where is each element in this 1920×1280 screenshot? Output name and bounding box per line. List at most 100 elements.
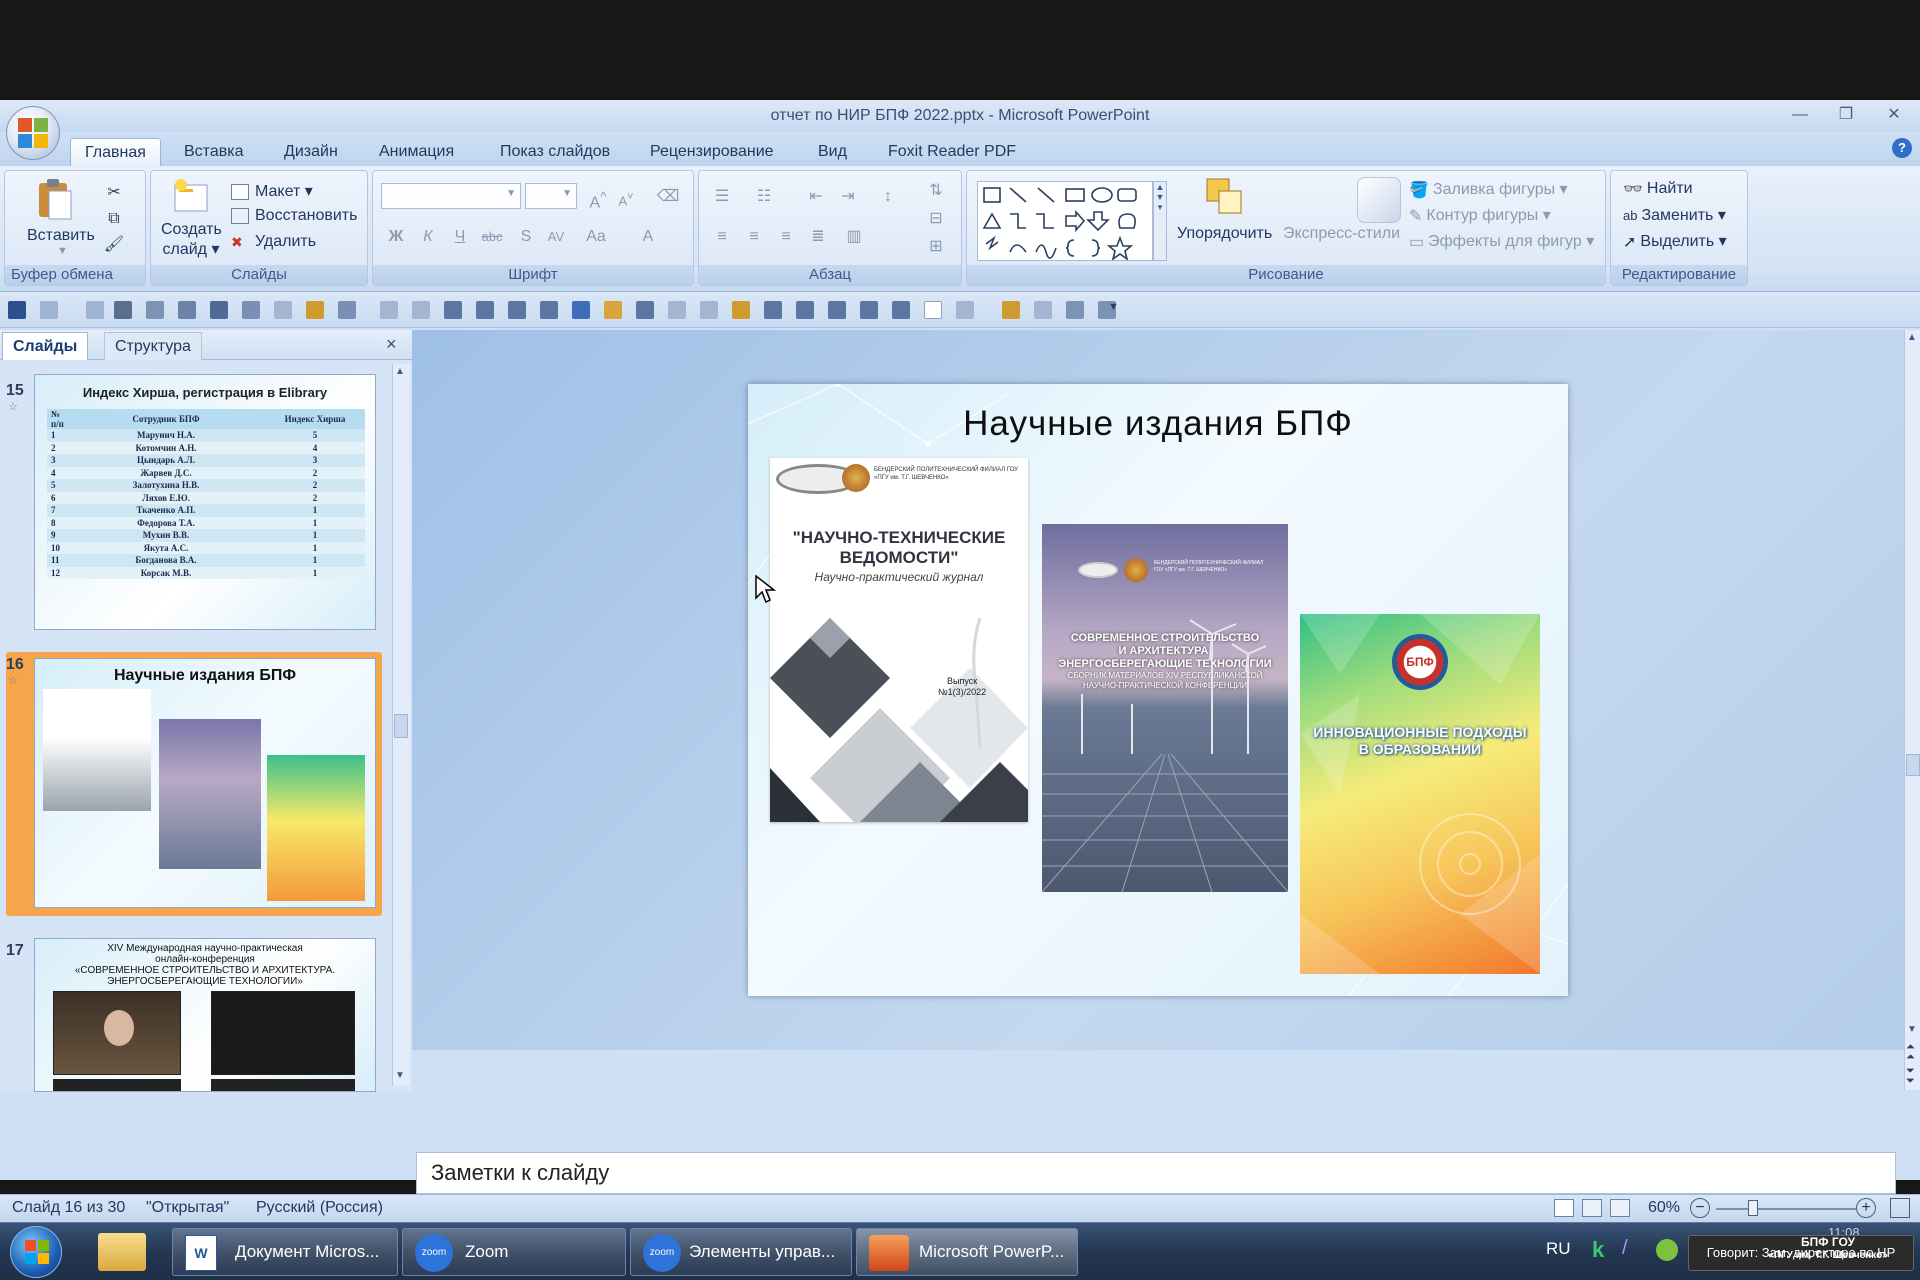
scroll-up-icon[interactable]: ▲ xyxy=(395,366,405,377)
customize-qat-icon[interactable]: ▼ xyxy=(1108,301,1119,313)
hierarchy-icon[interactable] xyxy=(636,301,654,319)
save-icon[interactable] xyxy=(8,301,26,319)
arrange-button[interactable]: Упорядочить xyxy=(1177,225,1272,243)
zoom-icon[interactable] xyxy=(796,301,814,319)
scroll-down-icon[interactable]: ▼ xyxy=(395,1070,405,1081)
new-slide-qat-icon[interactable] xyxy=(956,301,974,319)
zoom-level[interactable]: 60% xyxy=(1648,1199,1680,1217)
delete-slide-button[interactable]: ✖ Удалить xyxy=(231,233,316,251)
explorer-icon[interactable] xyxy=(98,1233,146,1271)
tab-design[interactable]: Дизайн xyxy=(270,138,352,166)
underline-button[interactable]: Ч xyxy=(447,223,473,249)
normal-view-icon[interactable] xyxy=(1554,1199,1574,1217)
redo-icon[interactable] xyxy=(86,301,104,319)
cover-journal[interactable]: БЕНДЕРСКИЙ ПОЛИТЕХНИЧЕСКИЙ ФИЛИАЛ ГОУ «П… xyxy=(770,458,1028,822)
language[interactable]: Русский (Россия) xyxy=(256,1199,383,1217)
input-language[interactable]: RU xyxy=(1546,1239,1571,1259)
grid-icon[interactable] xyxy=(540,301,558,319)
copy-icon[interactable]: ⧉ xyxy=(101,205,127,231)
close-button[interactable]: ✕ xyxy=(1880,104,1908,126)
zoom-slider[interactable] xyxy=(1716,1208,1856,1210)
picture-icon[interactable] xyxy=(210,301,228,319)
cover-conference[interactable]: БЕНДЕРСКИЙ ПОЛИТЕХНИЧЕСКИЙ ФИЛИАЛ ГОУ «П… xyxy=(1042,524,1288,892)
tray-app-icon[interactable] xyxy=(1656,1239,1678,1261)
justify-icon[interactable]: ≣ xyxy=(805,223,831,249)
restore-button[interactable]: ❐ xyxy=(1832,104,1860,126)
zoom-out-icon[interactable]: − xyxy=(1690,1198,1710,1218)
crop-icon[interactable] xyxy=(242,301,260,319)
slide-thumbnail-16[interactable]: Научные издания БПФ xyxy=(34,658,376,908)
taskbar-zoom[interactable]: zoom Zoom xyxy=(402,1228,626,1276)
close-pane-icon[interactable]: × xyxy=(386,334,397,355)
undo-icon[interactable] xyxy=(40,301,58,319)
zoom-slider-thumb[interactable] xyxy=(1748,1200,1758,1216)
taskbar-powerpoint[interactable]: Microsoft PowerP... xyxy=(856,1228,1078,1276)
spelling-icon[interactable] xyxy=(572,301,590,319)
align-center-icon[interactable]: ≡ xyxy=(741,223,767,249)
paste-dropdown-icon[interactable]: ▼ xyxy=(57,245,68,257)
kaspersky-icon[interactable]: k xyxy=(1592,1237,1604,1263)
tab-view[interactable]: Вид xyxy=(804,138,861,166)
hyperlink-icon[interactable] xyxy=(1034,301,1052,319)
font-name-field[interactable]: ▼ xyxy=(381,183,521,209)
format-painter-icon[interactable]: 🖌 xyxy=(101,231,127,257)
tab-slides[interactable]: Слайды xyxy=(2,332,89,360)
decrease-indent-icon[interactable]: ⇤ xyxy=(803,183,829,209)
layout-qat-icon[interactable] xyxy=(892,301,910,319)
clipboard-icon[interactable] xyxy=(306,301,324,319)
editor-scrollbar[interactable]: ▲ ▼ ⏶ ⏶ ⏷ ⏷ xyxy=(1904,330,1920,1090)
grow-font-icon[interactable]: A^ xyxy=(585,183,611,211)
align-text-icon[interactable]: ⊟ xyxy=(923,205,949,231)
help-icon[interactable]: ? xyxy=(1892,138,1912,158)
insert-icon[interactable] xyxy=(732,301,750,319)
paste-special-icon[interactable] xyxy=(1002,301,1020,319)
align-right-icon[interactable]: ≡ xyxy=(773,223,799,249)
slideshow-view-icon[interactable] xyxy=(1610,1199,1630,1217)
ruler-icon[interactable] xyxy=(508,301,526,319)
shape-fill-button[interactable]: 🪣 Заливка фигуры ▾ xyxy=(1409,179,1568,200)
cut-icon[interactable]: ✂ xyxy=(101,179,127,205)
text-direction-icon[interactable]: ⇅ xyxy=(923,177,949,203)
select-button[interactable]: ➚ Выделить ▾ xyxy=(1623,231,1727,252)
slides-pane-scrollbar[interactable]: ▲ ▼ xyxy=(392,364,410,1086)
scroll-up-icon[interactable]: ▲ xyxy=(1907,332,1917,343)
tab-foxit[interactable]: Foxit Reader PDF xyxy=(874,138,1030,166)
next-slide-icon[interactable]: ⏷ ⏷ xyxy=(1906,1066,1915,1087)
columns-icon[interactable]: ▥ xyxy=(841,223,867,249)
duplicate-icon[interactable] xyxy=(700,301,718,319)
new-doc-icon[interactable] xyxy=(924,301,942,319)
open-folder-icon[interactable] xyxy=(604,301,622,319)
shadow-button[interactable]: S xyxy=(513,223,539,249)
strike-button[interactable]: abc xyxy=(479,223,505,249)
group-icon[interactable] xyxy=(274,301,292,319)
scroll-thumb[interactable] xyxy=(394,714,408,738)
send-backward-icon[interactable] xyxy=(412,301,430,319)
bring-forward-icon[interactable] xyxy=(380,301,398,319)
new-slide-button[interactable]: Создать слайд ▾ xyxy=(161,221,222,259)
action-icon[interactable] xyxy=(1066,301,1084,319)
slide-thumbnail-15[interactable]: Индекс Хирша, регистрация в Elibrary № п… xyxy=(34,374,376,630)
tab-animation[interactable]: Анимация xyxy=(365,138,468,166)
print-icon[interactable] xyxy=(114,301,132,319)
slideshow-icon[interactable] xyxy=(764,301,782,319)
resize-icon[interactable] xyxy=(828,301,846,319)
paste-icon[interactable] xyxy=(35,177,73,221)
shape-effects-button[interactable]: ▭ Эффекты для фигур ▾ xyxy=(1409,231,1594,252)
shape-outline-button[interactable]: ✎ Контур фигуры ▾ xyxy=(1409,205,1551,226)
bullets-icon[interactable]: ☰ xyxy=(709,183,735,209)
replace-button[interactable]: ab Заменить ▾ xyxy=(1623,205,1726,225)
tab-insert[interactable]: Вставка xyxy=(170,138,257,166)
bold-button[interactable]: Ж xyxy=(383,223,409,249)
case-button[interactable]: Aa xyxy=(583,223,609,249)
new-slide-icon[interactable] xyxy=(171,177,211,217)
prev-slide-icon[interactable]: ⏶ ⏶ xyxy=(1906,1042,1915,1063)
table-icon[interactable] xyxy=(338,301,356,319)
textbox-icon[interactable] xyxy=(444,301,462,319)
office-button[interactable] xyxy=(6,106,60,160)
spacing-button[interactable]: AV xyxy=(543,223,569,249)
font-color-button[interactable]: A xyxy=(635,223,661,249)
copy-slide-icon[interactable] xyxy=(668,301,686,319)
line-spacing-icon[interactable]: ↕ xyxy=(875,183,901,209)
slide-thumbnail-17[interactable]: XIV Международная научно-практическая он… xyxy=(34,938,376,1092)
slide-title[interactable]: Научные издания БПФ xyxy=(748,404,1568,444)
